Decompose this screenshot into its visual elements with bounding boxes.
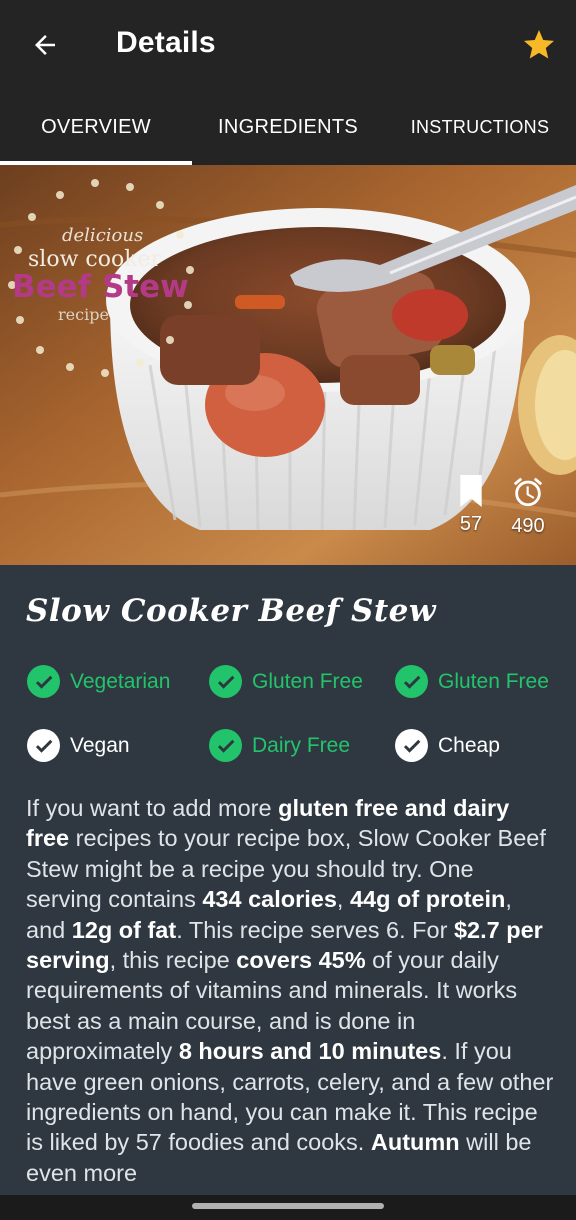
favorite-button[interactable] (516, 22, 562, 68)
badge-gluten-free: Gluten Free (209, 665, 363, 698)
check-circle-icon (27, 729, 60, 762)
recipe-summary: If you want to add more gluten free and … (26, 793, 554, 1188)
home-gesture-handle[interactable] (192, 1203, 384, 1209)
watermark-delicious: delicious (62, 225, 144, 246)
recipe-image: delicious slow cooker Beef Stew recipe 5… (0, 165, 576, 565)
summary-run: Autumn (370, 1129, 460, 1156)
tab-bar: OVERVIEW INGREDIENTS INSTRUCTIONS (0, 90, 576, 165)
badge-gluten-free-2: Gluten Free (395, 665, 549, 698)
check-circle-icon (395, 729, 428, 762)
arrow-left-icon (35, 35, 55, 55)
alarm-clock-icon (513, 477, 543, 507)
summary-run: 8 hours and 10 minutes (178, 1038, 442, 1065)
watermark-beef-stew: Beef Stew (12, 269, 189, 305)
likes-count: 57 (459, 513, 483, 535)
overview-content: Slow Cooker Beef Stew Vegetarian Gluten … (0, 565, 576, 1195)
back-button[interactable] (22, 23, 68, 67)
tab-ingredients[interactable]: INGREDIENTS (192, 90, 384, 165)
likes-stat: 57 (458, 475, 484, 536)
badge-label: Dairy Free (252, 733, 351, 757)
badge-label: Gluten Free (252, 669, 363, 693)
page-title: Details (116, 26, 216, 59)
summary-run: 434 calories (202, 886, 337, 913)
badge-label: Vegan (70, 733, 130, 757)
badge-vegetarian: Vegetarian (27, 665, 170, 698)
recipe-title: Slow Cooker Beef Stew (26, 593, 437, 629)
summary-run: , this recipe (109, 947, 237, 974)
badge-cheap: Cheap (395, 729, 500, 762)
summary-run: . This recipe serves 6. For (176, 916, 454, 943)
check-circle-icon (209, 729, 242, 762)
system-nav-bar (0, 1195, 576, 1220)
summary-run: covers 45% (236, 947, 366, 974)
check-circle-icon (395, 665, 428, 698)
app-bar: Details (0, 0, 576, 90)
check-circle-icon (209, 665, 242, 698)
check-circle-icon (27, 665, 60, 698)
tab-overview[interactable]: OVERVIEW (0, 90, 192, 165)
badge-label: Vegetarian (70, 669, 171, 693)
badge-label: Gluten Free (438, 669, 549, 693)
summary-run: 12g of fat (71, 916, 177, 943)
tab-instructions[interactable]: INSTRUCTIONS (384, 90, 576, 165)
summary-run: If you want to add more (26, 795, 279, 821)
time-stat: 490 (510, 475, 546, 538)
watermark-recipe: recipe (58, 305, 109, 324)
badge-label: Cheap (438, 733, 500, 757)
time-minutes: 490 (511, 515, 545, 537)
summary-run: 44g of protein (349, 886, 506, 913)
summary-run: , (336, 886, 350, 913)
badge-vegan: Vegan (27, 729, 130, 762)
star-icon (524, 30, 554, 59)
bookmark-icon (460, 475, 482, 507)
badge-dairy-free: Dairy Free (209, 729, 350, 762)
